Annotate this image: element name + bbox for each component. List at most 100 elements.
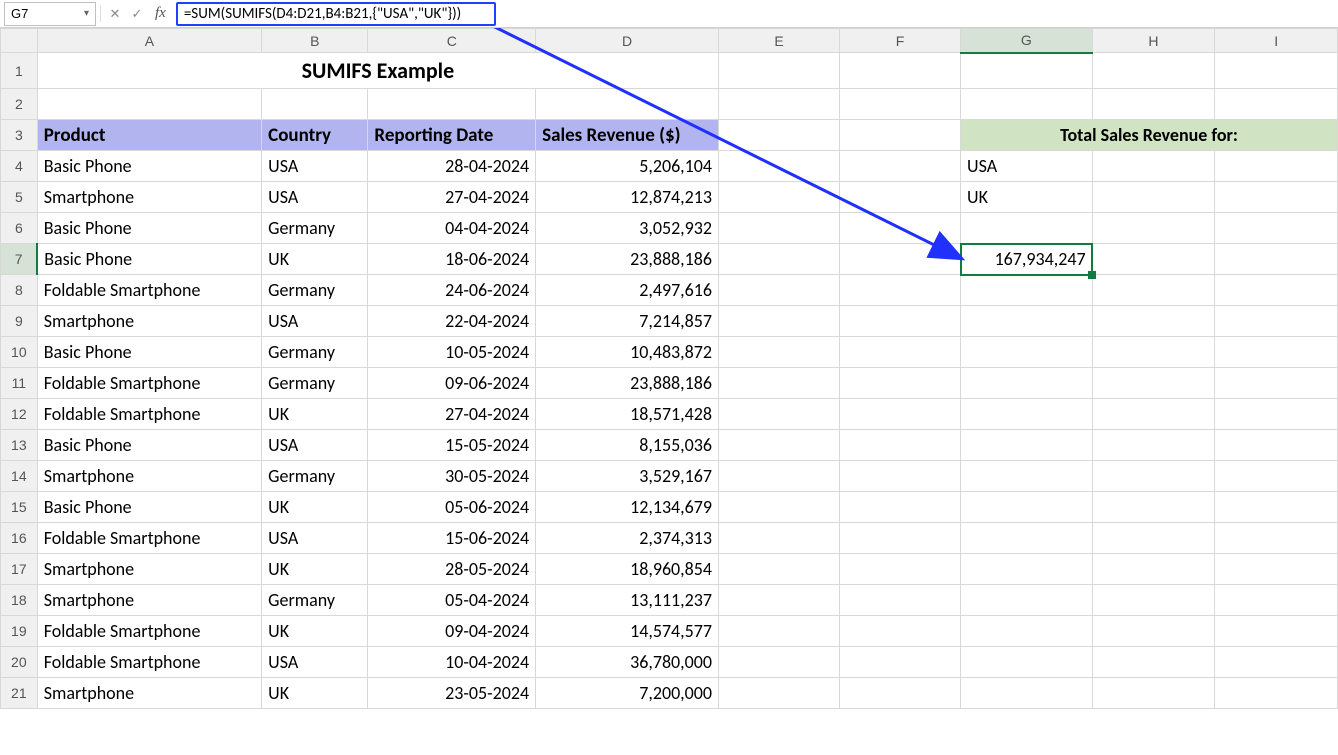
cell-F18[interactable] (840, 585, 961, 616)
column-header-H[interactable]: H (1092, 29, 1215, 53)
cell-D3[interactable]: Sales Revenue ($) (536, 120, 719, 151)
cell-B15[interactable]: UK (262, 492, 368, 523)
spreadsheet-grid[interactable]: ABCDEFGHI 1SUMIFS Example23ProductCountr… (0, 28, 1338, 709)
cell-F19[interactable] (840, 616, 961, 647)
column-header-G[interactable]: G (961, 29, 1093, 53)
cell-A13[interactable]: Basic Phone (37, 430, 261, 461)
cell-E1[interactable] (719, 53, 840, 89)
cell-H6[interactable] (1092, 213, 1215, 244)
cell-I16[interactable] (1215, 523, 1338, 554)
row-header-11[interactable]: 11 (1, 368, 38, 399)
enter-icon[interactable]: ✓ (127, 6, 147, 22)
cell-B13[interactable]: USA (262, 430, 368, 461)
cell-E3[interactable] (719, 120, 840, 151)
cell-C21[interactable]: 23-05-2024 (368, 678, 536, 709)
column-header-C[interactable]: C (368, 29, 536, 53)
cell-G3[interactable]: Total Sales Revenue for: (961, 120, 1338, 151)
cell-C6[interactable]: 04-04-2024 (368, 213, 536, 244)
cell-H4[interactable] (1092, 151, 1215, 182)
cell-E4[interactable] (719, 151, 840, 182)
row-header-12[interactable]: 12 (1, 399, 38, 430)
cell-G2[interactable] (961, 89, 1093, 120)
cancel-icon[interactable]: ✕ (105, 6, 125, 22)
cell-C7[interactable]: 18-06-2024 (368, 244, 536, 275)
cell-B7[interactable]: UK (262, 244, 368, 275)
cell-B14[interactable]: Germany (262, 461, 368, 492)
select-all-corner[interactable] (1, 29, 38, 53)
cell-G19[interactable] (961, 616, 1093, 647)
cell-F12[interactable] (840, 399, 961, 430)
cell-I9[interactable] (1215, 306, 1338, 337)
cell-G17[interactable] (961, 554, 1093, 585)
row-header-10[interactable]: 10 (1, 337, 38, 368)
cell-D16[interactable]: 2,374,313 (536, 523, 719, 554)
cell-F5[interactable] (840, 182, 961, 213)
cell-B17[interactable]: UK (262, 554, 368, 585)
cell-C3[interactable]: Reporting Date (368, 120, 536, 151)
cell-H12[interactable] (1092, 399, 1215, 430)
cell-I8[interactable] (1215, 275, 1338, 306)
cell-B3[interactable]: Country (262, 120, 368, 151)
cell-D21[interactable]: 7,200,000 (536, 678, 719, 709)
cell-I11[interactable] (1215, 368, 1338, 399)
cell-I1[interactable] (1215, 53, 1338, 89)
cell-D17[interactable]: 18,960,854 (536, 554, 719, 585)
row-header-17[interactable]: 17 (1, 554, 38, 585)
cell-F8[interactable] (840, 275, 961, 306)
cell-C17[interactable]: 28-05-2024 (368, 554, 536, 585)
cell-A10[interactable]: Basic Phone (37, 337, 261, 368)
cell-F9[interactable] (840, 306, 961, 337)
cell-A11[interactable]: Foldable Smartphone (37, 368, 261, 399)
cell-C13[interactable]: 15-05-2024 (368, 430, 536, 461)
cell-D9[interactable]: 7,214,857 (536, 306, 719, 337)
cell-F7[interactable] (840, 244, 961, 275)
row-header-13[interactable]: 13 (1, 430, 38, 461)
row-header-16[interactable]: 16 (1, 523, 38, 554)
cell-A18[interactable]: Smartphone (37, 585, 261, 616)
cell-H21[interactable] (1092, 678, 1215, 709)
cell-D13[interactable]: 8,155,036 (536, 430, 719, 461)
cell-A4[interactable]: Basic Phone (37, 151, 261, 182)
cell-I7[interactable] (1215, 244, 1338, 275)
cell-D8[interactable]: 2,497,616 (536, 275, 719, 306)
chevron-down-icon[interactable]: ▾ (84, 8, 89, 19)
cell-H16[interactable] (1092, 523, 1215, 554)
cell-H14[interactable] (1092, 461, 1215, 492)
cell-E7[interactable] (719, 244, 840, 275)
cell-H18[interactable] (1092, 585, 1215, 616)
cell-F15[interactable] (840, 492, 961, 523)
cell-A6[interactable]: Basic Phone (37, 213, 261, 244)
cell-C12[interactable]: 27-04-2024 (368, 399, 536, 430)
cell-H7[interactable] (1092, 244, 1215, 275)
cell-C15[interactable]: 05-06-2024 (368, 492, 536, 523)
cell-E2[interactable] (719, 89, 840, 120)
cell-I21[interactable] (1215, 678, 1338, 709)
cell-D12[interactable]: 18,571,428 (536, 399, 719, 430)
cell-A12[interactable]: Foldable Smartphone (37, 399, 261, 430)
cell-F11[interactable] (840, 368, 961, 399)
row-header-4[interactable]: 4 (1, 151, 38, 182)
cell-G9[interactable] (961, 306, 1093, 337)
cell-F6[interactable] (840, 213, 961, 244)
cell-F13[interactable] (840, 430, 961, 461)
cell-D20[interactable]: 36,780,000 (536, 647, 719, 678)
row-header-8[interactable]: 8 (1, 275, 38, 306)
cell-I15[interactable] (1215, 492, 1338, 523)
cell-E20[interactable] (719, 647, 840, 678)
row-header-6[interactable]: 6 (1, 213, 38, 244)
cell-G7[interactable]: 167,934,247 (961, 244, 1093, 275)
column-header-E[interactable]: E (719, 29, 840, 53)
cell-B6[interactable]: Germany (262, 213, 368, 244)
cell-F17[interactable] (840, 554, 961, 585)
cell-F20[interactable] (840, 647, 961, 678)
row-header-2[interactable]: 2 (1, 89, 38, 120)
column-header-B[interactable]: B (262, 29, 368, 53)
cell-D4[interactable]: 5,206,104 (536, 151, 719, 182)
cell-H1[interactable] (1092, 53, 1215, 89)
cell-H13[interactable] (1092, 430, 1215, 461)
cell-H19[interactable] (1092, 616, 1215, 647)
cell-F2[interactable] (840, 89, 961, 120)
cell-G4[interactable]: USA (961, 151, 1093, 182)
cell-B20[interactable]: USA (262, 647, 368, 678)
row-header-5[interactable]: 5 (1, 182, 38, 213)
